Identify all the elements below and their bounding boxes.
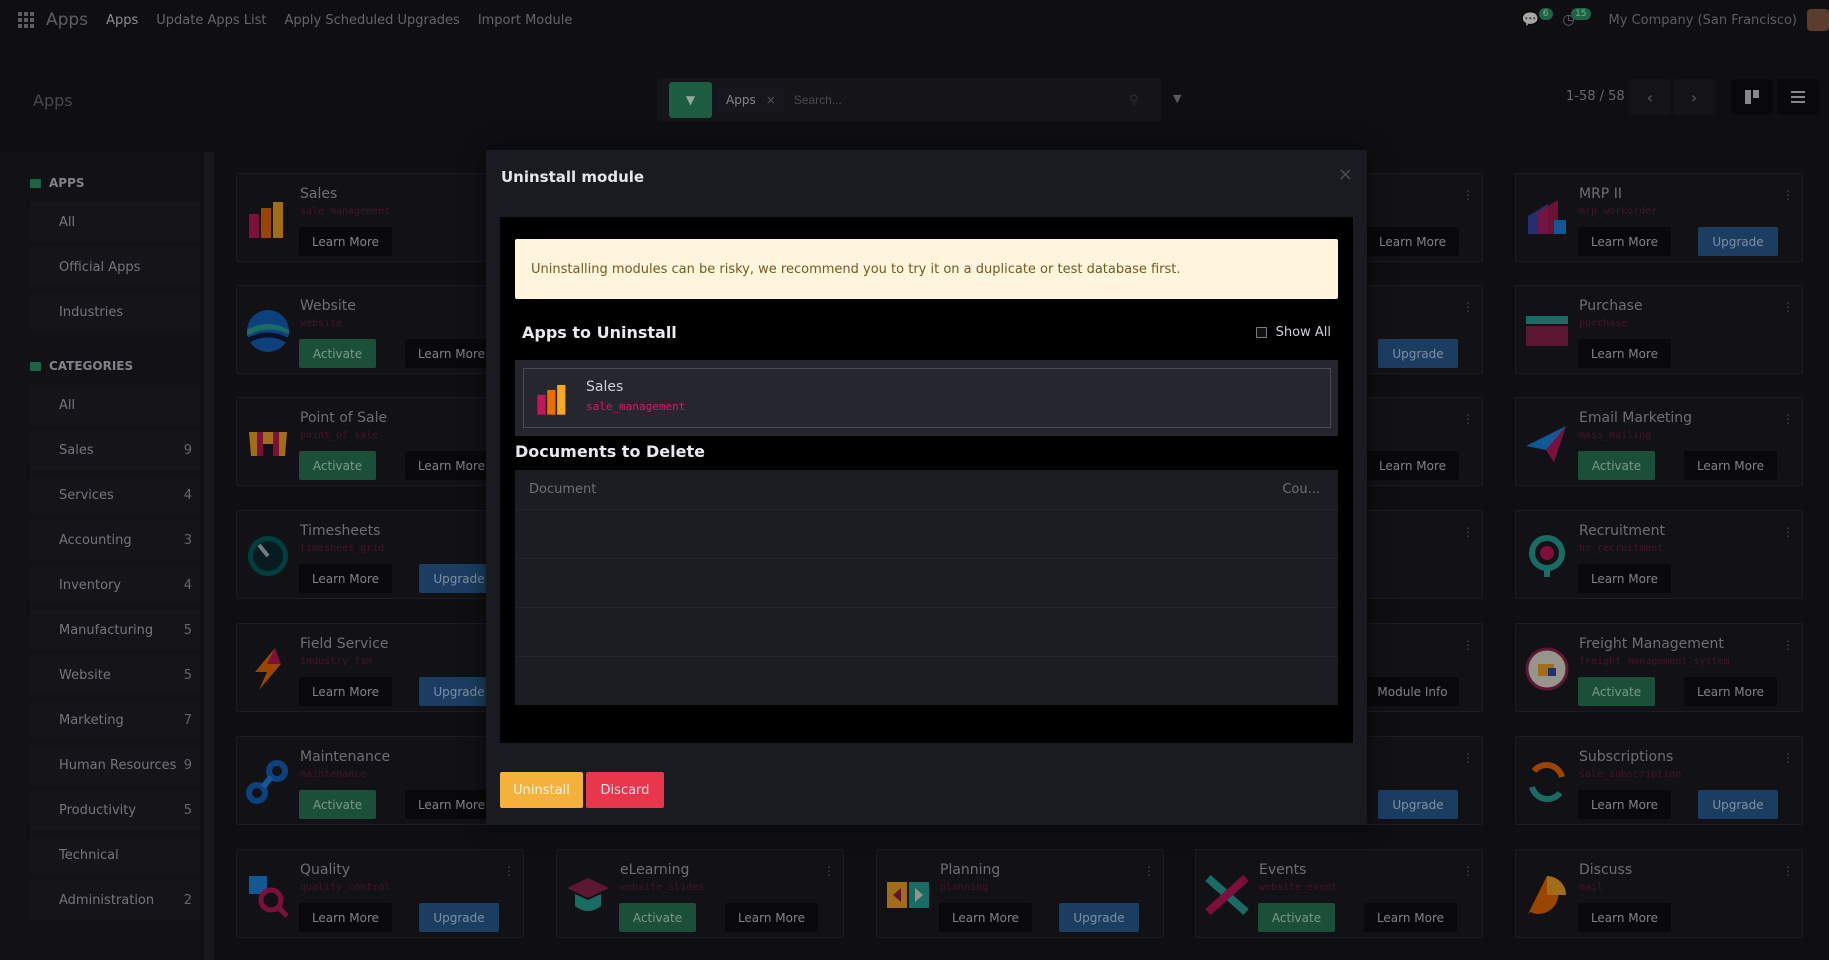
close-icon[interactable]: × — [1338, 164, 1353, 185]
apps-to-uninstall-heading: Apps to Uninstall — [522, 323, 677, 342]
dialog-title: Uninstall module — [501, 168, 645, 186]
documents-table: Document Cou... — [515, 470, 1338, 705]
table-row — [515, 559, 1338, 608]
show-all-checkbox[interactable] — [1255, 327, 1267, 338]
show-all-label: Show All — [1275, 325, 1331, 340]
dialog-body: Uninstalling modules can be risky, we re… — [500, 217, 1353, 743]
warning-alert: Uninstalling modules can be risky, we re… — [515, 239, 1338, 299]
documents-to-delete-heading: Documents to Delete — [515, 442, 705, 461]
documents-table-header: Document Cou... — [515, 470, 1338, 510]
column-header-document[interactable]: Document — [529, 482, 596, 497]
apps-to-uninstall-list: Sales sale_management — [515, 360, 1338, 436]
sales-app-icon — [537, 384, 566, 415]
app-card-sales-uninstall[interactable]: Sales sale_management — [523, 368, 1331, 428]
show-all-toggle[interactable]: Show All — [1255, 325, 1331, 340]
table-row — [515, 657, 1338, 706]
app-technical-name: sale_management — [586, 400, 686, 413]
uninstall-button[interactable]: Uninstall — [500, 772, 583, 808]
table-row — [515, 608, 1338, 657]
uninstall-module-dialog: Uninstall module × Uninstalling modules … — [486, 150, 1367, 825]
discard-button[interactable]: Discard — [586, 772, 664, 808]
app-name: Sales — [586, 379, 624, 395]
column-header-count[interactable]: Cou... — [1282, 482, 1320, 497]
table-row — [515, 510, 1338, 559]
dialog-footer: Uninstall Discard — [500, 772, 664, 808]
